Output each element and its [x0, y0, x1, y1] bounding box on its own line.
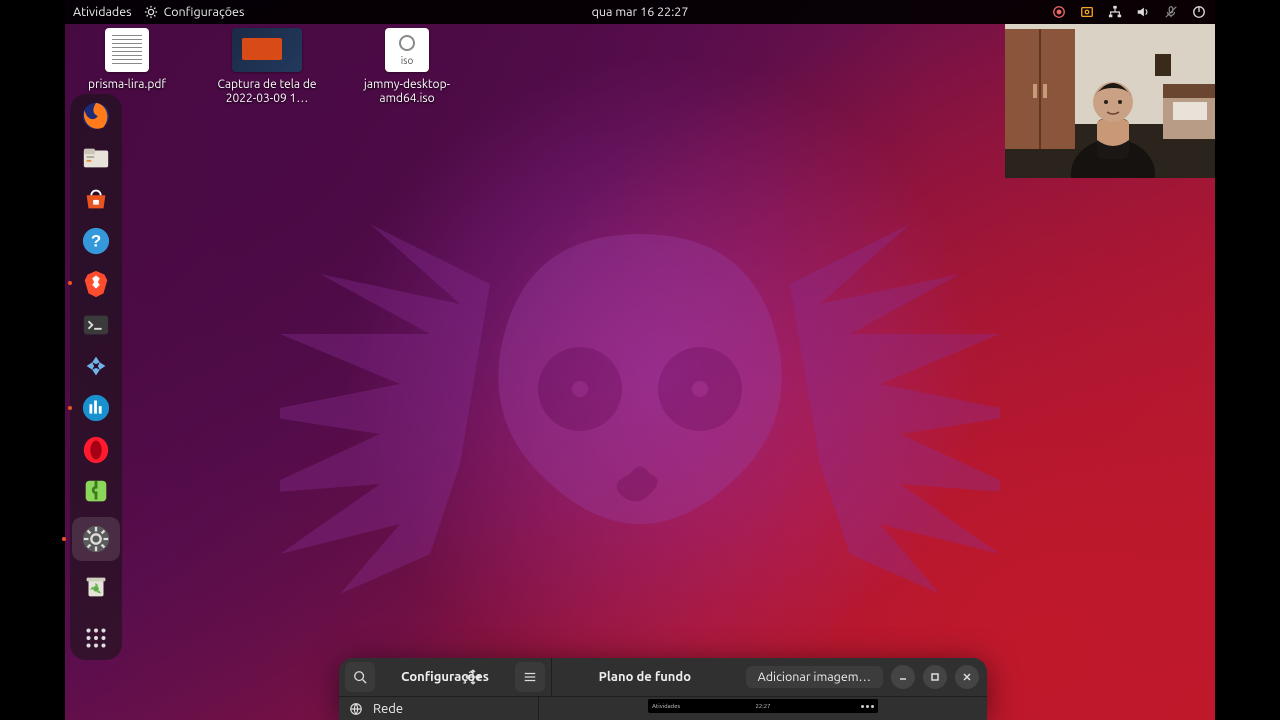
trash-icon — [81, 571, 111, 601]
wallpaper-art — [280, 114, 1000, 634]
globe-icon — [349, 702, 363, 716]
dock-ppsspp[interactable] — [78, 350, 114, 382]
window-maximize-button[interactable] — [923, 665, 947, 689]
dock-opera[interactable] — [78, 434, 114, 466]
mini-preview-clock: 22:27 — [755, 703, 770, 710]
dock-audio[interactable] — [78, 392, 114, 424]
gamepad-icon — [81, 351, 111, 381]
window-minimize-button[interactable] — [891, 665, 915, 689]
desktop-file-screenshot[interactable]: Captura de tela de 2022-03-09 1… — [217, 28, 317, 106]
gear-icon — [144, 5, 158, 19]
file-thumb-screenshot-icon — [232, 28, 302, 72]
file-label: Captura de tela de 2022-03-09 1… — [217, 78, 317, 106]
dock-firefox[interactable] — [78, 100, 114, 132]
terminal-icon — [81, 310, 111, 340]
apps-grid-icon — [81, 623, 111, 653]
app-indicator[interactable]: Configurações — [144, 5, 245, 19]
gear-icon — [81, 524, 111, 554]
settings-titlebar[interactable]: Configurações Plano de fundo Adicionar i… — [339, 658, 987, 697]
settings-search-button[interactable] — [345, 662, 375, 692]
screenshot-indicator-icon[interactable] — [1079, 4, 1095, 20]
window-close-button[interactable] — [955, 665, 979, 689]
dock-help[interactable]: ? — [78, 225, 114, 257]
webcam-overlay — [1005, 24, 1215, 178]
dock-extensions[interactable] — [78, 476, 114, 508]
hamburger-icon — [523, 670, 537, 684]
file-thumb-iso-icon — [385, 28, 429, 72]
app-indicator-label: Configurações — [164, 5, 245, 19]
maximize-icon — [930, 672, 940, 682]
webcam-feed — [1005, 24, 1215, 178]
status-area[interactable] — [1051, 4, 1207, 20]
equalizer-icon — [81, 393, 111, 423]
brave-icon — [81, 268, 111, 298]
sidebar-item-label: Rede — [373, 702, 403, 716]
dock-settings[interactable] — [72, 517, 120, 560]
minimize-icon — [898, 672, 908, 682]
volume-icon[interactable] — [1135, 4, 1151, 20]
help-icon: ? — [81, 226, 111, 256]
file-label: jammy-desktop-amd64.iso — [357, 78, 457, 106]
top-bar: Atividades Configurações qua mar 16 22:2… — [65, 0, 1215, 24]
activities-button[interactable]: Atividades — [73, 5, 132, 19]
settings-window[interactable]: Configurações Plano de fundo Adicionar i… — [339, 658, 987, 720]
clock[interactable]: qua mar 16 22:27 — [592, 5, 689, 19]
screen-record-icon[interactable] — [1051, 4, 1067, 20]
firefox-icon — [81, 101, 111, 131]
dock: ? — [70, 94, 122, 660]
files-icon — [81, 143, 111, 173]
svg-text:?: ? — [91, 232, 101, 251]
settings-menu-button[interactable] — [515, 662, 545, 692]
dock-terminal[interactable] — [78, 309, 114, 341]
settings-sidebar-item-network[interactable]: Rede — [339, 697, 539, 720]
software-store-icon — [81, 184, 111, 214]
opera-icon — [81, 435, 111, 465]
close-icon — [962, 672, 972, 682]
settings-header-title: Plano de fundo — [599, 670, 691, 684]
dock-software[interactable] — [78, 183, 114, 215]
mini-preview-status — [861, 705, 874, 708]
file-thumb-doc-icon — [105, 28, 149, 72]
dock-trash[interactable] — [78, 571, 114, 603]
dock-brave[interactable] — [78, 267, 114, 299]
file-label: prisma-lira.pdf — [88, 78, 166, 92]
dock-files[interactable] — [78, 142, 114, 174]
puzzle-icon — [81, 476, 111, 506]
search-icon — [353, 670, 367, 684]
mic-muted-icon[interactable] — [1163, 4, 1179, 20]
power-icon[interactable] — [1191, 4, 1207, 20]
move-cursor-icon — [465, 669, 481, 685]
dock-show-apps[interactable] — [78, 622, 114, 654]
add-image-button[interactable]: Adicionar imagem… — [746, 666, 883, 688]
wallpaper-preview[interactable]: Atividades 22:27 — [539, 697, 987, 720]
mini-preview-left: Atividades — [652, 703, 680, 710]
desktop-file-iso[interactable]: jammy-desktop-amd64.iso — [357, 28, 457, 106]
network-wired-icon[interactable] — [1107, 4, 1123, 20]
